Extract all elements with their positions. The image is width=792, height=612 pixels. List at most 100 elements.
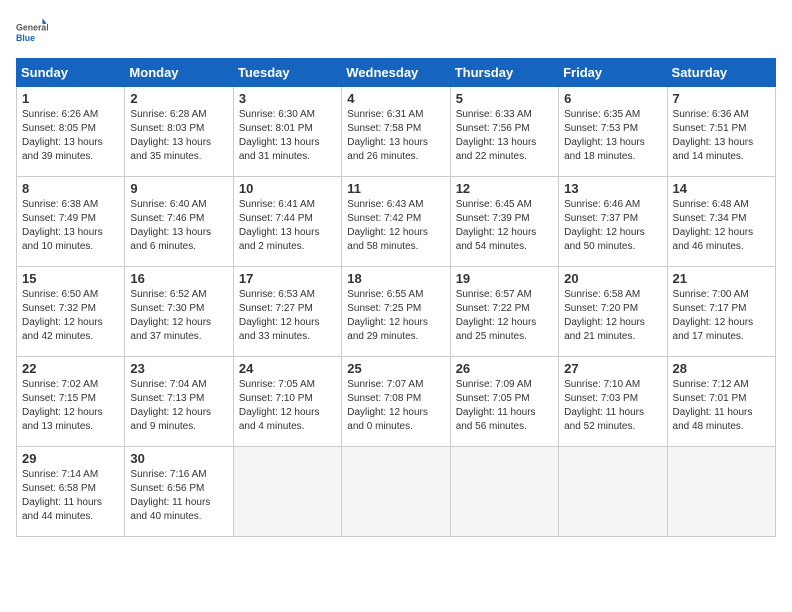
- day-number: 16: [130, 271, 227, 286]
- day-header-tuesday: Tuesday: [233, 59, 341, 87]
- calendar-cell: 26 Sunrise: 7:09 AMSunset: 7:05 PMDayligh…: [450, 357, 558, 447]
- calendar-week-row: 22 Sunrise: 7:02 AMSunset: 7:15 PMDayligh…: [17, 357, 776, 447]
- day-number: 21: [673, 271, 770, 286]
- calendar-cell: 27 Sunrise: 7:10 AMSunset: 7:03 PMDayligh…: [559, 357, 667, 447]
- cell-content: Sunrise: 6:28 AMSunset: 8:03 PMDaylight:…: [130, 108, 227, 164]
- calendar-cell: 15 Sunrise: 6:50 AMSunset: 7:32 PMDayligh…: [17, 267, 125, 357]
- cell-content: Sunrise: 7:12 AMSunset: 7:01 PMDaylight:…: [673, 378, 770, 434]
- day-number: 1: [22, 91, 119, 106]
- calendar-cell: [342, 447, 450, 537]
- day-number: 29: [22, 451, 119, 466]
- day-number: 12: [456, 181, 553, 196]
- cell-content: Sunrise: 7:02 AMSunset: 7:15 PMDaylight:…: [22, 378, 119, 434]
- calendar-cell: 28 Sunrise: 7:12 AMSunset: 7:01 PMDayligh…: [667, 357, 775, 447]
- day-number: 26: [456, 361, 553, 376]
- day-number: 25: [347, 361, 444, 376]
- calendar-cell: 18 Sunrise: 6:55 AMSunset: 7:25 PMDayligh…: [342, 267, 450, 357]
- day-header-sunday: Sunday: [17, 59, 125, 87]
- cell-content: Sunrise: 7:10 AMSunset: 7:03 PMDaylight:…: [564, 378, 661, 434]
- day-number: 9: [130, 181, 227, 196]
- day-number: 5: [456, 91, 553, 106]
- cell-content: Sunrise: 6:35 AMSunset: 7:53 PMDaylight:…: [564, 108, 661, 164]
- cell-content: Sunrise: 6:57 AMSunset: 7:22 PMDaylight:…: [456, 288, 553, 344]
- header: General Blue: [16, 16, 776, 48]
- calendar-cell: 30 Sunrise: 7:16 AMSunset: 6:56 PMDayligh…: [125, 447, 233, 537]
- day-number: 27: [564, 361, 661, 376]
- day-header-wednesday: Wednesday: [342, 59, 450, 87]
- calendar-cell: 25 Sunrise: 7:07 AMSunset: 7:08 PMDayligh…: [342, 357, 450, 447]
- day-number: 11: [347, 181, 444, 196]
- calendar-cell: 22 Sunrise: 7:02 AMSunset: 7:15 PMDayligh…: [17, 357, 125, 447]
- day-number: 8: [22, 181, 119, 196]
- calendar-cell: 23 Sunrise: 7:04 AMSunset: 7:13 PMDayligh…: [125, 357, 233, 447]
- logo-icon: General Blue: [16, 16, 48, 48]
- day-number: 4: [347, 91, 444, 106]
- calendar-cell: 13 Sunrise: 6:46 AMSunset: 7:37 PMDayligh…: [559, 177, 667, 267]
- day-header-friday: Friday: [559, 59, 667, 87]
- day-number: 22: [22, 361, 119, 376]
- calendar-cell: 6Sunrise: 6:35 AMSunset: 7:53 PMDaylight…: [559, 87, 667, 177]
- cell-content: Sunrise: 6:50 AMSunset: 7:32 PMDaylight:…: [22, 288, 119, 344]
- calendar-cell: [233, 447, 341, 537]
- day-number: 30: [130, 451, 227, 466]
- calendar-cell: 19 Sunrise: 6:57 AMSunset: 7:22 PMDayligh…: [450, 267, 558, 357]
- day-number: 20: [564, 271, 661, 286]
- calendar-cell: 1 Sunrise: 6:26 AMSunset: 8:05 PMDaylight…: [17, 87, 125, 177]
- calendar-week-row: 29 Sunrise: 7:14 AMSunset: 6:58 PMDayligh…: [17, 447, 776, 537]
- cell-content: Sunrise: 7:04 AMSunset: 7:13 PMDaylight:…: [130, 378, 227, 434]
- calendar-header-row: SundayMondayTuesdayWednesdayThursdayFrid…: [17, 59, 776, 87]
- cell-content: Sunrise: 7:07 AMSunset: 7:08 PMDaylight:…: [347, 378, 444, 434]
- calendar-cell: 20Sunrise: 6:58 AMSunset: 7:20 PMDayligh…: [559, 267, 667, 357]
- cell-content: Sunrise: 6:33 AMSunset: 7:56 PMDaylight:…: [456, 108, 553, 164]
- calendar-cell: 2Sunrise: 6:28 AMSunset: 8:03 PMDaylight…: [125, 87, 233, 177]
- calendar-cell: 3Sunrise: 6:30 AMSunset: 8:01 PMDaylight…: [233, 87, 341, 177]
- day-number: 19: [456, 271, 553, 286]
- calendar-cell: [450, 447, 558, 537]
- day-number: 13: [564, 181, 661, 196]
- cell-content: Sunrise: 7:00 AMSunset: 7:17 PMDaylight:…: [673, 288, 770, 344]
- day-header-monday: Monday: [125, 59, 233, 87]
- cell-content: Sunrise: 6:52 AMSunset: 7:30 PMDaylight:…: [130, 288, 227, 344]
- calendar-table: SundayMondayTuesdayWednesdayThursdayFrid…: [16, 58, 776, 537]
- cell-content: Sunrise: 6:43 AMSunset: 7:42 PMDaylight:…: [347, 198, 444, 254]
- calendar-cell: 5 Sunrise: 6:33 AMSunset: 7:56 PMDaylight…: [450, 87, 558, 177]
- day-number: 7: [673, 91, 770, 106]
- calendar-cell: 7 Sunrise: 6:36 AMSunset: 7:51 PMDaylight…: [667, 87, 775, 177]
- calendar-cell: 29 Sunrise: 7:14 AMSunset: 6:58 PMDayligh…: [17, 447, 125, 537]
- cell-content: Sunrise: 7:05 AMSunset: 7:10 PMDaylight:…: [239, 378, 336, 434]
- day-header-thursday: Thursday: [450, 59, 558, 87]
- cell-content: Sunrise: 6:40 AMSunset: 7:46 PMDaylight:…: [130, 198, 227, 254]
- cell-content: Sunrise: 6:36 AMSunset: 7:51 PMDaylight:…: [673, 108, 770, 164]
- calendar-cell: 21 Sunrise: 7:00 AMSunset: 7:17 PMDayligh…: [667, 267, 775, 357]
- day-number: 15: [22, 271, 119, 286]
- cell-content: Sunrise: 6:31 AMSunset: 7:58 PMDaylight:…: [347, 108, 444, 164]
- cell-content: Sunrise: 7:16 AMSunset: 6:56 PMDaylight:…: [130, 468, 227, 524]
- cell-content: Sunrise: 6:48 AMSunset: 7:34 PMDaylight:…: [673, 198, 770, 254]
- calendar-cell: 11 Sunrise: 6:43 AMSunset: 7:42 PMDayligh…: [342, 177, 450, 267]
- day-number: 17: [239, 271, 336, 286]
- day-number: 28: [673, 361, 770, 376]
- day-number: 3: [239, 91, 336, 106]
- day-number: 23: [130, 361, 227, 376]
- calendar-cell: 12Sunrise: 6:45 AMSunset: 7:39 PMDayligh…: [450, 177, 558, 267]
- cell-content: Sunrise: 7:09 AMSunset: 7:05 PMDaylight:…: [456, 378, 553, 434]
- calendar-cell: 24Sunrise: 7:05 AMSunset: 7:10 PMDayligh…: [233, 357, 341, 447]
- cell-content: Sunrise: 6:46 AMSunset: 7:37 PMDaylight:…: [564, 198, 661, 254]
- calendar-week-row: 1 Sunrise: 6:26 AMSunset: 8:05 PMDaylight…: [17, 87, 776, 177]
- cell-content: Sunrise: 6:55 AMSunset: 7:25 PMDaylight:…: [347, 288, 444, 344]
- calendar-cell: 4 Sunrise: 6:31 AMSunset: 7:58 PMDaylight…: [342, 87, 450, 177]
- cell-content: Sunrise: 6:38 AMSunset: 7:49 PMDaylight:…: [22, 198, 119, 254]
- calendar-cell: 14 Sunrise: 6:48 AMSunset: 7:34 PMDayligh…: [667, 177, 775, 267]
- cell-content: Sunrise: 6:26 AMSunset: 8:05 PMDaylight:…: [22, 108, 119, 164]
- cell-content: Sunrise: 6:41 AMSunset: 7:44 PMDaylight:…: [239, 198, 336, 254]
- cell-content: Sunrise: 7:14 AMSunset: 6:58 PMDaylight:…: [22, 468, 119, 524]
- calendar-week-row: 15 Sunrise: 6:50 AMSunset: 7:32 PMDayligh…: [17, 267, 776, 357]
- calendar-cell: 16 Sunrise: 6:52 AMSunset: 7:30 PMDayligh…: [125, 267, 233, 357]
- calendar-cell: 8 Sunrise: 6:38 AMSunset: 7:49 PMDaylight…: [17, 177, 125, 267]
- day-number: 18: [347, 271, 444, 286]
- calendar-cell: 10 Sunrise: 6:41 AMSunset: 7:44 PMDayligh…: [233, 177, 341, 267]
- day-number: 10: [239, 181, 336, 196]
- day-number: 14: [673, 181, 770, 196]
- calendar-cell: [667, 447, 775, 537]
- day-header-saturday: Saturday: [667, 59, 775, 87]
